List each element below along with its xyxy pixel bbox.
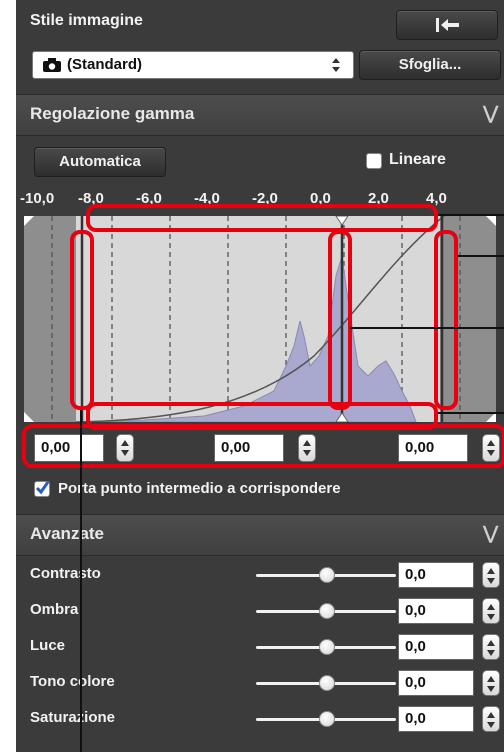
advanced-value-input[interactable]: 0,0 [398,670,474,696]
advanced-row-label: Ombra [30,601,79,618]
stepper-arrows-icon [487,712,495,728]
advanced-row-label: Saturazione [30,709,116,726]
scale-label: -10,0 [20,190,55,207]
advanced-row-label: Luce [30,637,66,654]
advanced-stepper[interactable] [482,562,500,588]
slider-knob[interactable] [319,567,335,583]
selected-style-text: (Standard) [67,56,142,73]
callout-line [438,412,504,414]
automatic-button[interactable]: Automatica [34,147,166,177]
advanced-stepper[interactable] [482,706,500,732]
match-midpoint-checkbox[interactable] [34,481,50,497]
advanced-stepper[interactable] [482,670,500,696]
linear-label: Lineare [389,151,446,168]
advanced-value-input[interactable]: 0,0 [398,562,474,588]
advanced-value-input[interactable]: 0,0 [398,706,474,732]
advanced-stepper[interactable] [482,598,500,624]
browse-button[interactable]: Sfoglia... [359,50,501,80]
advanced-value-input[interactable]: 0,0 [398,598,474,624]
gamma-section-title: Regolazione gamma [30,104,195,123]
gamma-histogram[interactable] [24,216,496,422]
camera-icon [43,58,61,72]
reset-button[interactable] [396,10,498,40]
slider-knob[interactable] [319,711,335,727]
gamma-section-header[interactable]: Regolazione gamma ⋁ [16,94,504,136]
advanced-row-label: Tono colore [30,673,115,690]
advanced-stepper[interactable] [482,634,500,660]
annotation-white-point [434,230,458,410]
match-midpoint-label: Porta punto intermedio a corrispondere [58,480,341,497]
stepper-arrows-icon [487,640,495,656]
slider-knob[interactable] [319,639,335,655]
annotation-black-point [70,230,94,410]
annotation-midpoint [328,230,352,410]
callout-line [80,410,82,752]
callout-line [458,255,504,257]
stepper-arrows-icon [487,568,495,584]
linear-checkbox[interactable] [366,153,382,169]
checkmark-icon [35,481,50,495]
advanced-section-header[interactable]: Avanzate ⋁ [16,514,504,556]
stepper-arrows-icon [487,604,495,620]
double-chevron-down-icon[interactable]: ⋁ [483,523,498,544]
advanced-value-input[interactable]: 0,0 [398,634,474,660]
annotation-top-handles [86,204,438,232]
reset-arrow-icon [436,18,459,32]
picture-style-select[interactable]: (Standard) [32,51,354,79]
callout-line [438,214,504,216]
slider-knob[interactable] [319,603,335,619]
select-arrows-icon [332,58,340,72]
picture-style-panel: Stile immagine (Standard) Sfoglia... Reg… [16,0,504,752]
annotation-input-fields [22,424,504,468]
double-chevron-down-icon[interactable]: ⋁ [483,103,498,124]
stepper-arrows-icon [487,676,495,692]
advanced-section-title: Avanzate [30,524,105,543]
style-section-title: Stile immagine [30,12,143,29]
slider-knob[interactable] [319,675,335,691]
callout-line [350,327,504,329]
advanced-row-label: Contrasto [30,565,101,582]
